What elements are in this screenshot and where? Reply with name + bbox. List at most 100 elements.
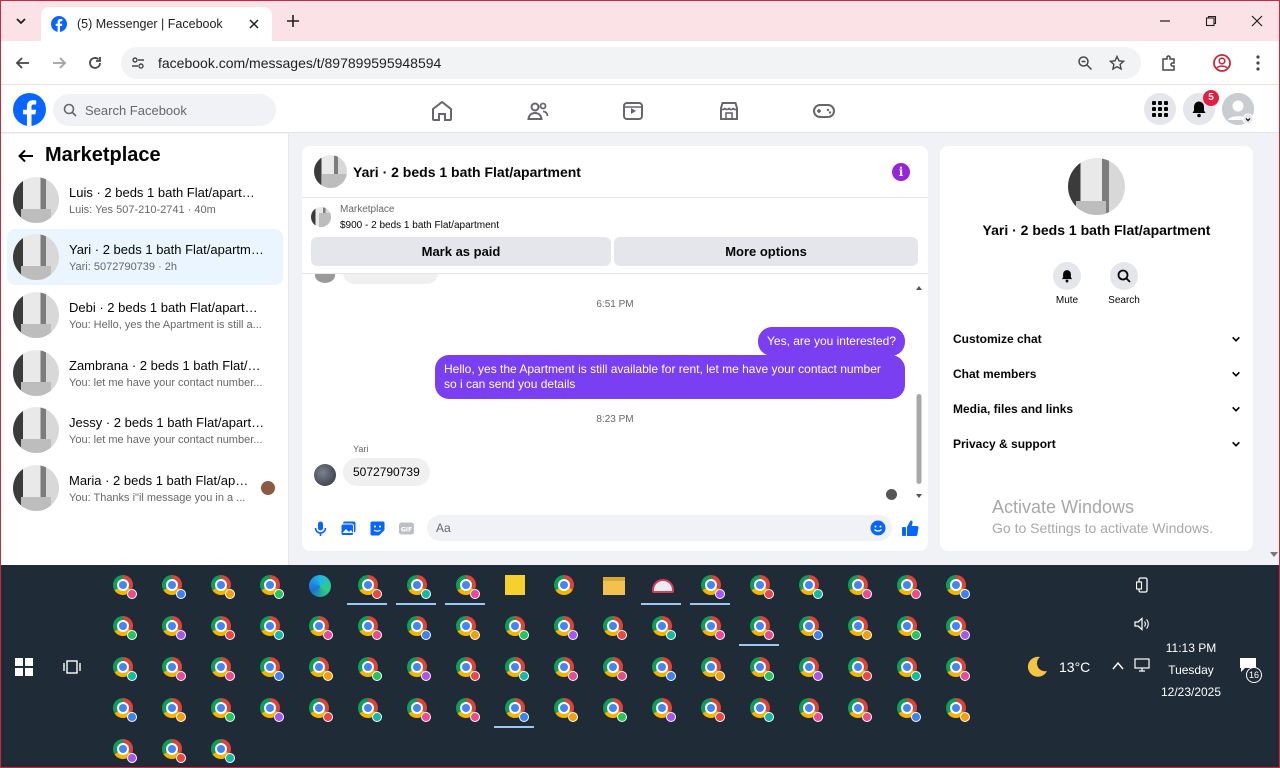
- close-tab-button[interactable]: [246, 16, 262, 32]
- clock[interactable]: 11:13 PM Tuesday 12/23/2025: [1151, 637, 1231, 703]
- taskbar-chrome-profile-icon[interactable]: [799, 657, 823, 681]
- taskbar-chrome-profile-icon[interactable]: [603, 657, 627, 681]
- taskbar-chrome-profile-icon[interactable]: [505, 657, 529, 681]
- taskbar-chrome-profile-icon[interactable]: [554, 698, 578, 722]
- taskbar-chrome-profile-icon[interactable]: [113, 575, 137, 599]
- taskbar-chrome-profile-icon[interactable]: [347, 575, 387, 605]
- message-scrollbar[interactable]: [915, 284, 923, 500]
- taskbar-sticky-notes-icon[interactable]: [505, 575, 527, 597]
- taskbar-chrome-profile-icon[interactable]: [603, 698, 627, 722]
- restore-button[interactable]: [1188, 1, 1234, 41]
- volume-icon[interactable]: [1134, 617, 1150, 631]
- taskbar-chrome-profile-icon[interactable]: [897, 616, 921, 640]
- taskbar-chrome-profile-icon[interactable]: [652, 616, 676, 640]
- taskbar-chrome-profile-icon[interactable]: [211, 575, 235, 599]
- chat-list-item[interactable]: Debi · 2 beds 1 bath Flat/apartment You: …: [7, 287, 283, 343]
- chat-list-item[interactable]: Luis · 2 beds 1 bath Flat/apartment Luis:…: [7, 172, 283, 228]
- emoji-icon[interactable]: [870, 520, 886, 536]
- taskbar-chrome-profile-icon[interactable]: [701, 657, 725, 681]
- taskbar-chrome-profile-icon[interactable]: [652, 657, 676, 681]
- taskbar-chrome-profile-icon[interactable]: [897, 698, 921, 722]
- taskbar-chrome-profile-icon[interactable]: [848, 575, 872, 599]
- message-outgoing[interactable]: Yes, are you interested?: [758, 327, 905, 356]
- mute-button[interactable]: Mute: [1042, 262, 1092, 306]
- task-view-icon[interactable]: [63, 658, 81, 676]
- taskbar-chrome-profile-icon[interactable]: [358, 657, 382, 681]
- chat-list-item[interactable]: Zambrana · 2 beds 1 bath Flat/apa... You:…: [7, 345, 283, 401]
- network-icon[interactable]: [1134, 658, 1150, 672]
- taskbar-chrome-profile-icon[interactable]: [113, 739, 137, 763]
- new-tab-button[interactable]: [283, 11, 303, 31]
- gif-icon[interactable]: GIF: [398, 520, 415, 537]
- message-outgoing[interactable]: Hello, yes the Apartment is still availa…: [435, 355, 905, 399]
- taskbar-chrome-profile-icon[interactable]: [494, 698, 534, 728]
- taskbar-chrome-profile-icon[interactable]: [396, 575, 436, 605]
- friends-icon[interactable]: [526, 99, 550, 123]
- chat-info-avatar[interactable]: [1068, 158, 1125, 215]
- more-options-button[interactable]: More options: [614, 237, 918, 266]
- tab-search-button[interactable]: [9, 9, 33, 33]
- thumbs-up-icon[interactable]: [901, 519, 919, 537]
- taskbar-chrome-profile-icon[interactable]: [701, 616, 725, 640]
- taskbar-chrome-profile-icon[interactable]: [456, 616, 480, 640]
- taskbar-chrome-profile-icon[interactable]: [554, 616, 578, 640]
- address-bar[interactable]: facebook.com/messages/t/897899595948594: [121, 47, 1141, 79]
- windows-start-icon[interactable]: [15, 658, 33, 676]
- marketplace-icon[interactable]: [717, 99, 741, 123]
- taskbar-chrome-profile-icon[interactable]: [456, 698, 480, 722]
- taskbar-chrome-profile-icon[interactable]: [946, 575, 970, 599]
- taskbar-chrome-profile-icon[interactable]: [799, 698, 823, 722]
- minimize-button[interactable]: [1142, 1, 1188, 41]
- taskbar-chrome-profile-icon[interactable]: [211, 739, 235, 763]
- taskbar-chrome-profile-icon[interactable]: [848, 657, 872, 681]
- privacy-support-row[interactable]: Privacy & support: [953, 434, 1241, 454]
- chat-list-item[interactable]: Maria · 2 beds 1 bath Flat/apart... You: …: [7, 460, 283, 516]
- taskbar-chrome-profile-icon[interactable]: [946, 616, 970, 640]
- video-icon[interactable]: [621, 99, 645, 123]
- taskbar-chrome-profile-icon[interactable]: [445, 575, 485, 605]
- page-scroll-down-arrow-icon[interactable]: [1269, 549, 1279, 559]
- menu-button[interactable]: [1144, 93, 1176, 125]
- browser-menu-button[interactable]: [1247, 52, 1269, 74]
- taskbar-chrome-profile-icon[interactable]: [456, 657, 480, 681]
- taskbar-chrome-profile-icon[interactable]: [162, 739, 186, 763]
- taskbar-chrome-profile-icon[interactable]: [162, 698, 186, 722]
- taskbar-chrome-profile-icon[interactable]: [739, 616, 779, 646]
- home-icon[interactable]: [430, 99, 454, 123]
- taskbar-chrome-profile-icon[interactable]: [162, 657, 186, 681]
- close-window-button[interactable]: [1234, 1, 1279, 41]
- extensions-button[interactable]: [1158, 52, 1180, 74]
- taskbar-edge-icon[interactable]: [309, 575, 331, 597]
- chat-list-item[interactable]: Jessy · 2 beds 1 bath Flat/apartment You:…: [7, 402, 283, 458]
- message-incoming[interactable]: 5072790739: [343, 458, 430, 486]
- taskbar-chrome-profile-icon[interactable]: [946, 657, 970, 681]
- taskbar-chrome-profile-icon[interactable]: [946, 698, 970, 722]
- taskbar-chrome-profile-icon[interactable]: [897, 575, 921, 599]
- taskbar-chrome-profile-icon[interactable]: [554, 657, 578, 681]
- taskbar-file-explorer-icon[interactable]: [603, 575, 625, 597]
- bookmark-star-icon[interactable]: [1109, 55, 1125, 71]
- taskbar-chrome-profile-icon[interactable]: [407, 698, 431, 722]
- taskbar-chrome-profile-icon[interactable]: [897, 657, 921, 681]
- taskbar-chrome-profile-icon[interactable]: [162, 575, 186, 599]
- photo-icon[interactable]: [340, 520, 357, 537]
- taskbar-chrome-profile-icon[interactable]: [309, 616, 333, 640]
- taskbar-chrome-profile-icon[interactable]: [848, 616, 872, 640]
- taskbar-chrome-profile-icon[interactable]: [407, 657, 431, 681]
- phone-link-icon[interactable]: [1136, 577, 1150, 593]
- taskbar-chrome-profile-icon[interactable]: [211, 698, 235, 722]
- browser-tab-messenger[interactable]: (5) Messenger | Facebook: [41, 7, 272, 41]
- back-arrow-icon[interactable]: [17, 147, 35, 165]
- taskbar-chrome-profile-icon[interactable]: [690, 575, 730, 605]
- taskbar-chrome-profile-icon[interactable]: [799, 616, 823, 640]
- taskbar-chrome-profile-icon[interactable]: [260, 575, 284, 599]
- taskbar-chrome-profile-icon[interactable]: [113, 657, 137, 681]
- chat-list-item-active[interactable]: Yari · 2 beds 1 bath Flat/apartment Yari:…: [7, 229, 283, 285]
- facebook-search-input[interactable]: Search Facebook: [53, 94, 276, 126]
- chevron-up-icon[interactable]: [1112, 661, 1124, 671]
- profile-button[interactable]: [1211, 52, 1233, 74]
- gaming-icon[interactable]: [812, 99, 836, 123]
- forward-button[interactable]: [48, 52, 70, 74]
- taskbar-chrome-profile-icon[interactable]: [652, 698, 676, 722]
- taskbar-chrome-profile-icon[interactable]: [750, 575, 774, 599]
